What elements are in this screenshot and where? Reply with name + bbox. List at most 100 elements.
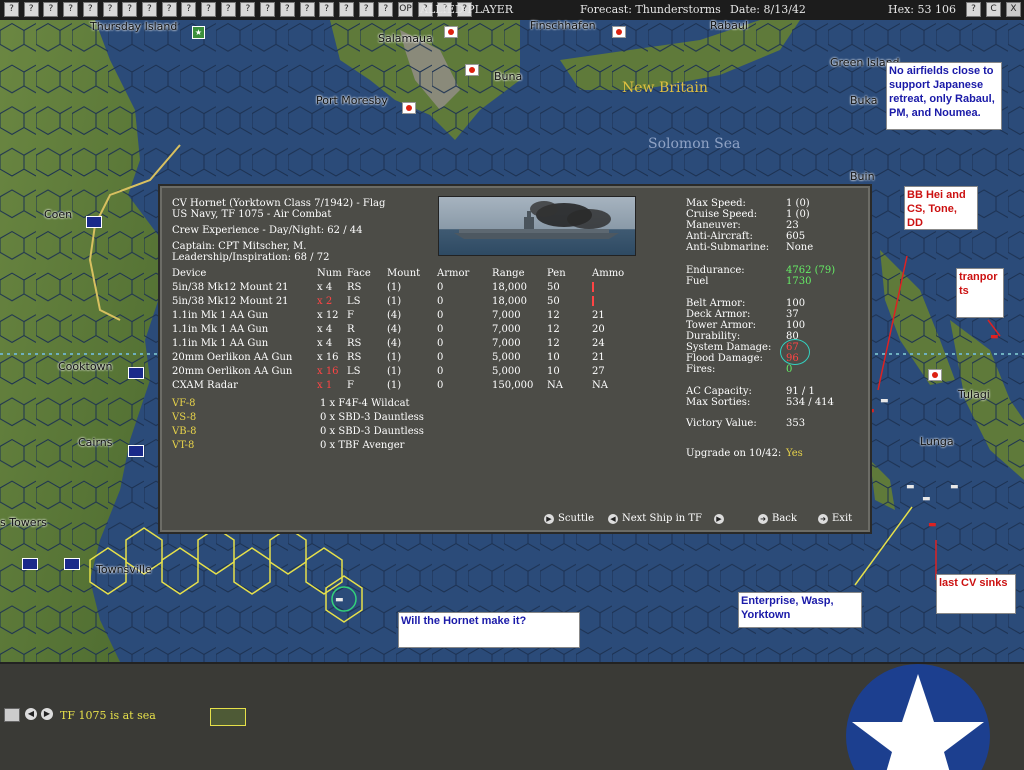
ship-icon[interactable]: ▬ — [335, 595, 344, 605]
air-group-unit[interactable]: VF-8 — [172, 398, 195, 409]
device-row[interactable]: 5in/38 Mk12 Mount 21 x 4 RS (1) 0 18,000 50 — [172, 282, 672, 296]
col-ammo: Ammo — [592, 268, 625, 279]
stat-row: Fuel 1730 — [686, 276, 856, 287]
ship-icon[interactable]: ▬ — [880, 396, 889, 406]
air-group-unit[interactable]: VB-8 — [172, 426, 197, 437]
toolbar-button-17[interactable]: ? — [338, 2, 354, 17]
toolbar-button-3[interactable]: ? — [63, 2, 79, 17]
tf-icon[interactable] — [4, 708, 20, 722]
stat-row: Max Sorties: 534 / 414 — [686, 397, 856, 408]
allied-base-icon[interactable]: ★ — [192, 26, 205, 39]
prev-arrow-icon[interactable]: ◀ — [608, 513, 618, 524]
toolbar-button-14[interactable]: ? — [279, 2, 295, 17]
next-ship-label: Next Ship in TF — [622, 513, 702, 524]
device-row[interactable]: 20mm Oerlikon AA Gun x 16 LS (1) 0 5,000 10 27 — [172, 366, 672, 380]
device-row[interactable]: CXAM Radar x 1 F (1) 0 150,000 NA NA — [172, 380, 672, 394]
place-thursday-island: Thursday Island — [90, 20, 178, 33]
back-button[interactable]: ➜ Back — [758, 513, 797, 524]
toolbar-button-11[interactable]: ? — [220, 2, 236, 17]
air-group-row[interactable]: VT-8 0 x TBF Avenger — [172, 440, 672, 454]
next-arrow-icon[interactable]: ▶ — [41, 708, 53, 720]
stat-label: Cruise Speed: — [686, 209, 758, 220]
prev-arrow-icon[interactable]: ◀ — [25, 708, 37, 720]
toolbar-button-9[interactable]: ? — [181, 2, 197, 17]
toolbar-button-13[interactable]: ? — [260, 2, 276, 17]
australian-base-icon[interactable] — [128, 367, 144, 379]
device-row[interactable]: 20mm Oerlikon AA Gun x 16 RS (1) 0 5,000 10 21 — [172, 352, 672, 366]
next-arrow-icon[interactable]: ▶ — [714, 513, 724, 524]
toolbar-button-1[interactable]: ? — [23, 2, 39, 17]
center-button[interactable]: C — [986, 2, 1001, 17]
toolbar-button-12[interactable]: ? — [240, 2, 256, 17]
japanese-base-icon[interactable] — [928, 369, 942, 381]
australian-base-icon[interactable] — [86, 216, 102, 228]
scuttle-button[interactable]: ▶ Scuttle — [544, 513, 594, 524]
stat-row: System Damage: 67 — [686, 342, 856, 353]
toolbar-button-19[interactable]: ? — [378, 2, 394, 17]
ship-icon[interactable]: ▬ — [950, 482, 959, 492]
ship-icon[interactable]: ▬ — [906, 482, 915, 492]
toolbar-button-8[interactable]: ? — [161, 2, 177, 17]
toolbar-button-18[interactable]: ? — [358, 2, 374, 17]
japanese-base-icon[interactable] — [444, 26, 458, 38]
player-label: ALLIED PLAYER — [420, 3, 514, 16]
device-ammo: 21 — [592, 352, 605, 363]
toolbar-button-5[interactable]: ? — [102, 2, 118, 17]
device-row[interactable]: 1.1in Mk 1 AA Gun x 4 R (4) 0 7,000 12 20 — [172, 324, 672, 338]
air-group-row[interactable]: VB-8 0 x SBD-3 Dauntless — [172, 426, 672, 440]
captain-name[interactable]: Captain: CPT Mitscher, M. — [172, 241, 306, 252]
toolbar-button-10[interactable]: ? — [201, 2, 216, 17]
toolbar-button-15[interactable]: ? — [299, 2, 315, 17]
stat-row: Anti-Aircraft: 605 — [686, 231, 856, 242]
stat-row: Cruise Speed: 1 (0) — [686, 209, 856, 220]
toolbar-button-0[interactable]: ? — [4, 2, 19, 17]
exit-label: Exit — [832, 513, 853, 524]
air-group-row[interactable]: VS-8 0 x SBD-3 Dauntless — [172, 412, 672, 426]
enemy-ship-icon[interactable]: ▬ — [928, 520, 937, 530]
device-pen: 50 — [547, 296, 560, 307]
australian-base-icon[interactable] — [128, 445, 144, 457]
device-armor: 0 — [437, 352, 444, 363]
air-group-row[interactable]: VF-8 1 x F4F-4 Wildcat — [172, 398, 672, 412]
next-ship-button[interactable]: ◀ Next Ship in TF ▶ — [608, 513, 728, 524]
toolbar-button-16[interactable]: ? — [319, 2, 335, 17]
device-num: x 4 — [317, 282, 333, 293]
toolbar-button-2[interactable]: ? — [43, 2, 59, 17]
device-face: F — [347, 310, 354, 321]
device-row[interactable]: 1.1in Mk 1 AA Gun x 4 RS (4) 0 7,000 12 24 — [172, 338, 672, 352]
ship-counter-icon[interactable] — [210, 708, 246, 726]
device-ammo — [592, 296, 600, 306]
japanese-base-icon[interactable] — [612, 26, 626, 38]
australian-base-icon[interactable] — [64, 558, 80, 570]
exit-button[interactable]: ➜ Exit — [818, 513, 852, 524]
device-row[interactable]: 5in/38 Mk12 Mount 21 x 2 LS (1) 0 18,000 50 — [172, 296, 672, 310]
device-row[interactable]: 1.1in Mk 1 AA Gun x 12 F (4) 0 7,000 12 21 — [172, 310, 672, 324]
stat-label: Anti-Aircraft: — [686, 231, 753, 242]
stat-value: 534 / 414 — [786, 397, 834, 408]
device-name: 5in/38 Mk12 Mount 21 — [172, 296, 289, 307]
place-towers: s Towers — [0, 516, 47, 529]
japanese-base-icon[interactable] — [465, 64, 479, 76]
air-group-unit[interactable]: VS-8 — [172, 412, 196, 423]
ship-icon[interactable]: ▬ — [922, 494, 931, 504]
close-button[interactable]: X — [1006, 2, 1021, 17]
toolbar-button-7[interactable]: ? — [141, 2, 157, 17]
toolbar-button-4[interactable]: ? — [82, 2, 98, 17]
japanese-base-icon[interactable] — [402, 102, 416, 114]
toolbar-button-6[interactable]: ? — [122, 2, 138, 17]
device-face: RS — [347, 352, 362, 363]
flag-button[interactable]: ? — [966, 2, 981, 17]
toolbar-button-20[interactable]: OP — [398, 2, 413, 17]
stat-value: 23 — [786, 220, 799, 231]
air-group-unit[interactable]: VT-8 — [172, 440, 194, 451]
enemy-ship-icon[interactable]: ▬ — [990, 332, 999, 342]
stat-value: 1 (0) — [786, 209, 810, 220]
device-range: 5,000 — [492, 366, 521, 377]
device-armor: 0 — [437, 338, 444, 349]
device-ammo: 20 — [592, 324, 605, 335]
device-num: x 16 — [317, 366, 339, 377]
device-ammo — [592, 282, 600, 292]
victory-label: Victory Value: — [686, 418, 757, 429]
device-mount: (1) — [387, 380, 402, 391]
australian-base-icon[interactable] — [22, 558, 38, 570]
